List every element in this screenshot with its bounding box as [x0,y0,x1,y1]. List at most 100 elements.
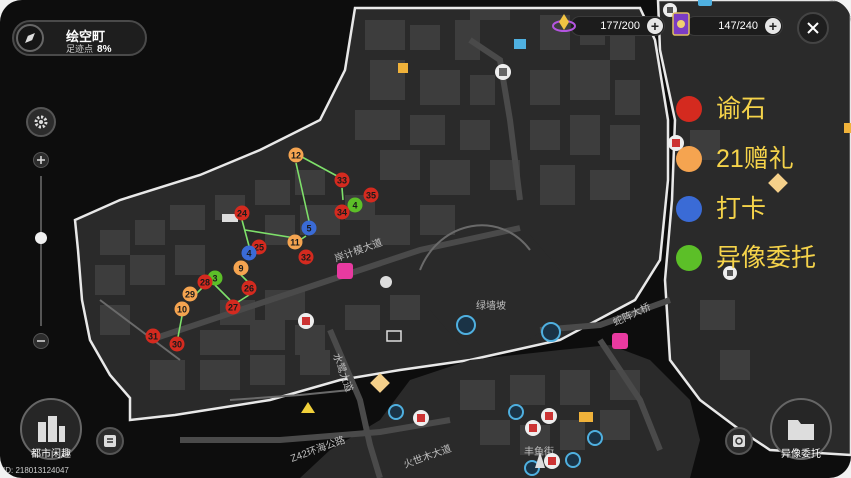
building-block [200,360,240,390]
close-button[interactable] [797,12,829,44]
marker-number: 26 [244,284,254,294]
building-block [410,25,440,50]
crystal-icon [552,12,576,36]
building-block [610,125,640,160]
marker-number: 32 [301,253,311,263]
shop-icon [579,412,593,422]
collectible-marker[interactable]: 30 [169,336,185,352]
building-block [250,320,285,350]
marker-number: 29 [185,290,195,300]
city-buildings-icon [38,416,65,442]
building-block [540,165,575,205]
shop-icon [844,123,851,133]
minus-icon [37,340,45,342]
marker-number: 9 [238,264,243,274]
building-block [510,375,545,405]
legend-label: 打卡 [716,195,767,223]
legend-swatch [676,146,702,172]
building-block [135,220,165,245]
add-card-button[interactable]: + [765,18,781,34]
box-icon [370,373,390,393]
note-icon [380,276,392,288]
folder-icon [788,420,814,440]
building-block [95,265,125,295]
building-block [720,350,750,380]
compass-icon [565,452,581,468]
crystal-value: 177/200 [600,20,640,32]
building-block [560,420,585,450]
area-card[interactable]: 绘空町 足迹点 8% [12,20,147,56]
vending-icon [525,420,541,436]
collectible-marker[interactable]: 28 [197,274,213,290]
map-marker-button[interactable] [725,427,753,455]
legend-label: 异像委托 [716,244,817,272]
card-icon [671,11,691,37]
legend-swatch [676,245,702,271]
building-block [420,205,455,235]
building-block [600,410,630,440]
temple-icon [301,402,315,413]
collectible-marker[interactable]: 10 [174,301,190,317]
building-block [170,205,205,230]
marker-number: 30 [172,340,182,350]
marker-number: 4 [246,249,251,259]
collectible-marker[interactable]: 26 [241,280,257,296]
add-crystal-button[interactable]: + [647,18,663,34]
legend-swatch [676,96,702,122]
zoom-in-button[interactable] [33,152,49,168]
building-block [390,295,420,320]
commission-icon [337,263,353,279]
collectible-marker[interactable]: 24 [234,205,250,221]
marker-number: 35 [366,191,376,201]
building-block [560,370,590,405]
building-block [295,170,325,195]
vending-icon [298,313,314,329]
collectible-marker[interactable]: 9 [233,260,249,276]
scissor-icon [514,39,526,49]
card-value: 147/240 [718,20,758,32]
collectible-marker[interactable]: 34 [334,204,350,220]
area-progress: 足迹点 8% [66,42,111,55]
compass-icon [508,404,524,420]
building-block [570,115,600,155]
marker-number: 4 [352,201,357,211]
building-block [480,420,510,445]
collectible-marker[interactable]: 4 [347,197,363,213]
collectible-marker[interactable]: 29 [182,286,198,302]
collectible-marker[interactable]: 4 [241,245,257,261]
collectible-marker[interactable]: 32 [298,249,314,265]
building-block [410,115,445,145]
collectible-marker[interactable]: 35 [363,187,379,203]
zoom-slider-handle[interactable] [35,232,47,244]
commission-label: 异像委托 [781,449,821,460]
building-block [100,230,130,255]
collectible-marker[interactable]: 27 [225,299,241,315]
building-block [470,75,495,105]
compass-icon [388,404,404,420]
building-block [355,110,400,140]
marker-number: 24 [237,209,247,219]
collectible-marker[interactable]: 5 [301,220,317,236]
progress-value: 8% [97,44,112,55]
gear-icon [34,115,48,129]
collectible-marker[interactable]: 11 [287,234,303,250]
collectible-marker[interactable]: 12 [288,147,304,163]
settings-button[interactable] [26,107,56,137]
building-block [570,60,610,100]
zoom-out-button[interactable] [33,333,49,349]
marker-number: 10 [177,305,187,315]
city-leisure-label: 都市闲趣 [31,449,71,460]
shop-icon [398,63,408,73]
collectible-marker[interactable]: 31 [145,328,161,344]
building-block [150,360,185,390]
notes-button[interactable] [96,427,124,455]
building-block [615,80,640,115]
map-screen: 绿墙坡 蛇阵大桥 Z42环海公路 火世木大道 水鹭大道 岸计模大道 丰鱼街 12… [0,0,851,478]
vending-icon [544,453,560,469]
vending-icon [413,410,429,426]
zoom-slider-track[interactable] [40,176,42,326]
marker-number: 33 [337,176,347,186]
marker-number: 31 [148,332,158,342]
collectible-marker[interactable]: 33 [334,172,350,188]
building-block [255,180,290,205]
